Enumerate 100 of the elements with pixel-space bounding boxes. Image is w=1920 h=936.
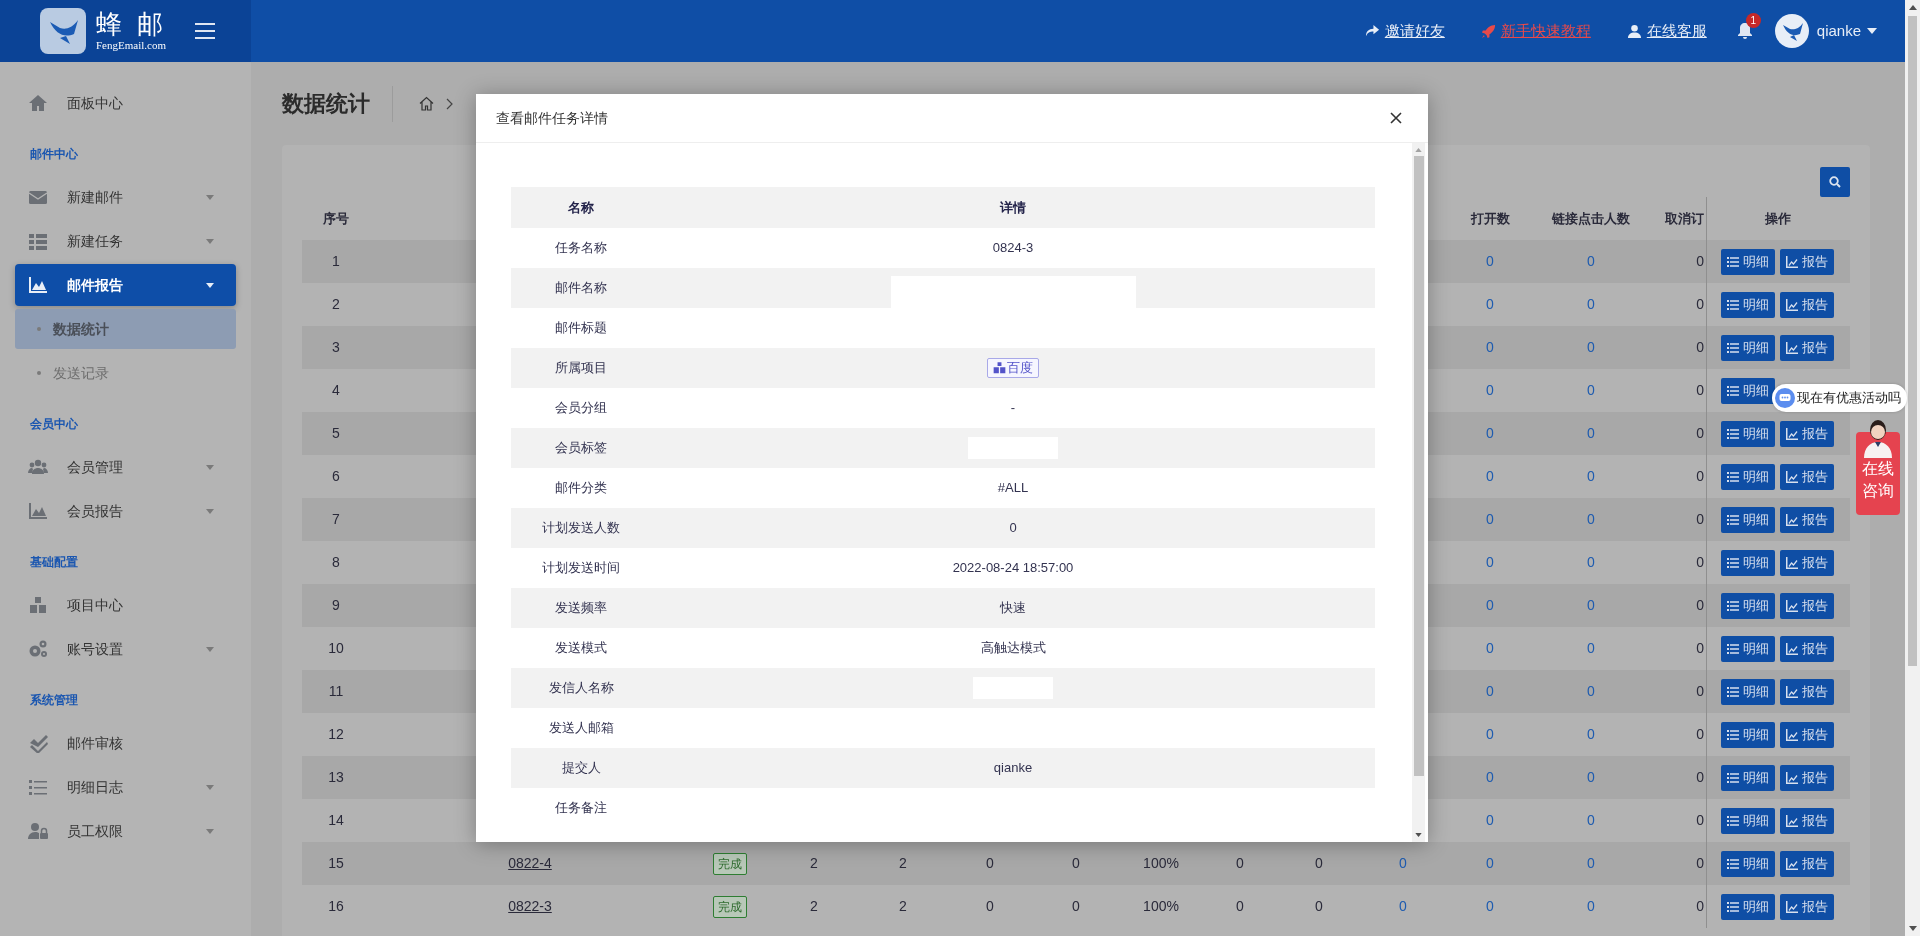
detail-button[interactable]: 明细 [1721,506,1775,533]
report-button[interactable]: 报告 [1780,420,1834,447]
sidebar-item[interactable]: 邮件审核 [15,722,236,764]
detail-button[interactable]: 明细 [1721,377,1775,404]
report-button[interactable]: 报告 [1780,506,1834,533]
table-cell: 16 [328,898,344,914]
detail-label: 会员分组 [555,400,607,416]
detail-button[interactable]: 明细 [1721,420,1775,447]
report-button[interactable]: 报告 [1780,764,1834,791]
table-cell: 0 [1486,726,1494,742]
detail-button[interactable]: 明细 [1721,334,1775,361]
table-cell: 0 [1486,296,1494,312]
detail-button[interactable]: 明细 [1721,549,1775,576]
table-cell: 0 [1315,855,1323,871]
report-button[interactable]: 报告 [1780,248,1834,275]
detail-button[interactable]: 明细 [1721,678,1775,705]
sidebar-item[interactable]: 新建邮件 [15,176,236,218]
page-scrollbar[interactable] [1905,0,1920,936]
sidebar-item[interactable]: 员工权限 [15,810,236,852]
line-chart-icon [1786,642,1798,655]
table-cell: 0 [1486,769,1494,785]
sidebar-item[interactable]: 明细日志 [15,766,236,808]
report-button[interactable]: 报告 [1780,807,1834,834]
detail-button[interactable]: 明细 [1721,635,1775,662]
bell-icon[interactable] [1736,22,1753,40]
report-button[interactable]: 报告 [1780,549,1834,576]
user-name[interactable]: qianke [1816,19,1861,43]
detail-button[interactable]: 明细 [1721,721,1775,748]
table-cell: 0 [1486,898,1494,914]
detail-button[interactable]: 明细 [1721,893,1775,920]
table-cell: 0 [1696,640,1704,656]
report-button[interactable]: 报告 [1780,291,1834,318]
detail-button[interactable]: 明细 [1721,807,1775,834]
detail-button[interactable]: 明细 [1721,291,1775,318]
table-cell: 2 [810,855,818,871]
detail-value: 0824-3 [992,239,1034,258]
report-button[interactable]: 报告 [1780,893,1834,920]
menu-icon[interactable] [195,23,216,39]
table-cell: 0 [1587,812,1595,828]
table-cell: 12 [328,726,344,742]
caret-icon [206,784,214,790]
detail-label: 发送频率 [555,600,607,616]
task-name-link[interactable]: 0822-4 [508,855,552,871]
scrollbar-thumb[interactable] [1413,156,1424,776]
task-name-link[interactable]: 0822-3 [508,898,552,914]
close-button[interactable] [1389,111,1403,125]
report-button[interactable]: 报告 [1780,721,1834,748]
consult-button-text: 在线 咨询 [1862,459,1894,501]
caret-icon [206,238,214,244]
detail-button[interactable]: 明细 [1721,592,1775,619]
table-cell: 0 [986,855,994,871]
table-cell: 0 [1696,339,1704,355]
detail-value: qianke [993,759,1033,778]
sidebar-section-title: 基础配置 [29,554,79,571]
sidebar-item[interactable]: 邮件报告 [15,264,236,306]
table-cell: 0 [1587,683,1595,699]
line-chart-icon [1786,513,1798,526]
detail-button[interactable]: 明细 [1721,463,1775,490]
detail-button[interactable]: 明细 [1721,764,1775,791]
table-cell: 0 [1486,640,1494,656]
scroll-down-icon[interactable] [1908,926,1917,931]
chat-icon [1775,388,1795,408]
report-button[interactable]: 报告 [1780,678,1834,705]
caret-icon[interactable] [1867,28,1877,34]
header-link[interactable]: 在线客服 [1626,19,1707,43]
scrollbar-thumb[interactable] [1908,16,1917,666]
home-icon[interactable] [419,96,434,111]
sidebar-item[interactable]: 面板中心 [15,82,236,124]
sidebar-item[interactable]: 会员报告 [15,490,236,532]
sidebar-item[interactable]: 账号设置 [15,628,236,670]
detail-button[interactable]: 明细 [1721,248,1775,275]
detail-button[interactable]: 明细 [1721,850,1775,877]
sidebar-item[interactable]: 新建任务 [15,220,236,262]
scroll-down-icon[interactable] [1415,833,1422,837]
report-button[interactable]: 报告 [1780,334,1834,361]
bird-logo-icon[interactable] [40,8,86,54]
table-cell: 0 [1587,468,1595,484]
report-button[interactable]: 报告 [1780,592,1834,619]
chat-tooltip[interactable]: 现在有优惠活动吗 [1772,384,1907,412]
sidebar-item[interactable]: 会员管理 [15,446,236,488]
line-chart-icon [1786,427,1798,440]
avatar-icon[interactable] [1774,14,1809,48]
sidebar-section-title: 会员中心 [29,416,79,433]
detail-value: #ALL [997,479,1029,498]
table-cell: 0 [1486,597,1494,613]
modal-scrollbar[interactable] [1412,143,1425,842]
report-button[interactable]: 报告 [1780,635,1834,662]
sidebar-section-title: 系统管理 [29,692,79,709]
detail-value: 快速 [1000,599,1026,618]
sidebar-item[interactable]: 项目中心 [15,584,236,626]
line-chart-icon [1786,298,1798,311]
table-cell: 0 [1696,855,1704,871]
search-button[interactable] [1820,167,1850,197]
header-link[interactable]: 邀请好友 [1364,19,1445,43]
table-cell: 0 [1587,640,1595,656]
detail-value: 高触达模式 [980,639,1046,658]
scroll-up-icon[interactable] [1908,5,1917,10]
report-button[interactable]: 报告 [1780,850,1834,877]
report-button[interactable]: 报告 [1780,463,1834,490]
detail-label: 任务名称 [555,240,607,256]
